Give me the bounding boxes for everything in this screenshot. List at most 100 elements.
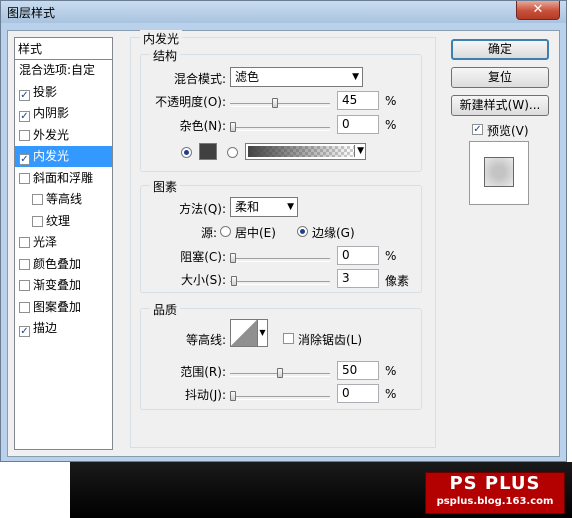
watermark-url: psplus.blog.163.com — [436, 496, 554, 507]
layer-style-dialog: 图层样式 ✕ 样式 混合选项:自定 ✓ 投影 ✓ 内阴影 外发光 ✓ 内发光 斜面和浮雕 等高线纹… — [0, 0, 567, 462]
size-slider-thumb[interactable] — [231, 276, 238, 286]
preview-label[interactable]: 预览(V) — [487, 122, 529, 139]
style-list-item[interactable]: 光泽 — [15, 232, 112, 253]
window-title: 图层样式 — [7, 6, 56, 20]
source-center-label[interactable]: 居中(E) — [235, 224, 276, 241]
style-list-item[interactable]: 纹理 — [15, 211, 112, 232]
range-unit: % — [385, 364, 397, 378]
style-list-item[interactable]: 混合选项:自定 — [15, 60, 112, 81]
opacity-slider-track — [230, 103, 330, 107]
choke-input[interactable]: 0 — [337, 246, 379, 265]
jitter-slider-thumb[interactable] — [230, 391, 236, 401]
method-value: 柔和 — [235, 200, 260, 214]
choke-label: 阻塞(C): — [180, 250, 226, 264]
antialias-label[interactable]: 消除锯齿(L) — [298, 331, 362, 348]
noise-label: 杂色(N): — [179, 119, 226, 133]
solid-color-radio[interactable] — [181, 147, 192, 158]
style-list: 样式 混合选项:自定 ✓ 投影 ✓ 内阴影 外发光 ✓ 内发光 斜面和浮雕 等高线 纹理 光泽 颜色叠加… — [14, 37, 113, 450]
style-list-item[interactable]: ✓ 内阴影 — [15, 103, 112, 124]
style-item-label: 图案叠加 — [33, 299, 82, 314]
title-bar[interactable]: 图层样式 ✕ — [1, 1, 566, 23]
style-item-label: 投影 — [33, 84, 58, 99]
style-item-checkbox[interactable] — [19, 172, 30, 184]
gradient-radio[interactable] — [227, 147, 238, 158]
style-list-item[interactable]: ✓ 描边 — [15, 318, 112, 339]
structure-group: 结构 混合模式: 滤色 ▼ 不透明度(O): 45 % 杂色(N): 0 % ▼ — [140, 47, 422, 172]
style-list-item[interactable]: 等高线 — [15, 189, 112, 210]
range-label: 范围(R): — [180, 365, 226, 379]
style-item-checkbox[interactable] — [19, 301, 30, 313]
contour-picker[interactable]: ▼ — [230, 319, 268, 351]
style-item-checkbox[interactable] — [32, 215, 43, 227]
style-list-header[interactable]: 样式 — [15, 38, 112, 60]
ok-button[interactable]: 确定 — [451, 39, 549, 60]
quality-group: 品质 等高线: ▼ 消除锯齿(L) 范围(R): 50 % 抖动(J): 0 % — [140, 301, 422, 410]
choke-slider-thumb[interactable] — [230, 253, 236, 263]
jitter-input[interactable]: 0 — [337, 384, 379, 403]
elements-group: 图素 方法(Q): 柔和 ▼ 源: 居中(E) 边缘(G) 阻塞(C): 0 % … — [140, 178, 422, 293]
style-list-item[interactable]: 颜色叠加 — [15, 254, 112, 275]
glow-color-swatch[interactable] — [199, 143, 217, 160]
style-list-item[interactable]: 图案叠加 — [15, 297, 112, 318]
style-item-label: 颜色叠加 — [33, 256, 82, 271]
jitter-slider[interactable] — [230, 390, 330, 404]
choke-slider[interactable] — [230, 252, 330, 266]
opacity-unit: % — [385, 94, 397, 108]
preview-checkbox[interactable]: ✓ — [472, 124, 483, 135]
opacity-input[interactable]: 45 — [337, 91, 379, 110]
blend-mode-select[interactable]: 滤色 ▼ — [230, 67, 363, 87]
quality-title: 品质 — [150, 301, 181, 318]
source-edge-label[interactable]: 边缘(G) — [312, 224, 355, 241]
choke-slider-track — [230, 258, 330, 262]
close-button[interactable]: ✕ — [516, 1, 560, 20]
gradient-preview — [248, 146, 354, 157]
watermark-title: PS PLUS — [449, 473, 541, 494]
jitter-slider-track — [230, 396, 330, 400]
style-item-checkbox[interactable]: ✓ — [19, 89, 30, 101]
style-item-checkbox[interactable]: ✓ — [19, 154, 30, 165]
style-list-item[interactable]: 渐变叠加 — [15, 275, 112, 296]
panel-title: 内发光 — [140, 30, 183, 47]
blend-mode-value: 滤色 — [235, 70, 260, 84]
elements-title: 图素 — [150, 178, 181, 195]
style-item-label: 外发光 — [33, 127, 70, 142]
method-label: 方法(Q): — [179, 202, 226, 216]
noise-input[interactable]: 0 — [337, 115, 379, 134]
style-item-label: 等高线 — [46, 192, 83, 206]
source-center-radio[interactable] — [220, 226, 231, 237]
range-slider-thumb[interactable] — [277, 368, 283, 378]
style-item-checkbox[interactable] — [32, 194, 43, 205]
style-list-item[interactable]: ✓ 投影 — [15, 82, 112, 103]
style-list-item[interactable]: ✓ 内发光 — [15, 146, 112, 167]
jitter-label: 抖动(J): — [185, 388, 226, 402]
source-edge-radio[interactable] — [297, 226, 308, 237]
range-input[interactable]: 50 — [337, 361, 379, 380]
style-item-checkbox[interactable] — [19, 280, 30, 291]
antialias-checkbox[interactable] — [283, 333, 294, 344]
style-item-checkbox[interactable]: ✓ — [19, 326, 30, 337]
noise-slider[interactable] — [230, 121, 330, 135]
inner-glow-panel: 内发光 结构 混合模式: 滤色 ▼ 不透明度(O): 45 % 杂色(N): 0… — [130, 30, 436, 448]
style-item-label: 描边 — [33, 321, 58, 335]
new-style-button[interactable]: 新建样式(W)... — [451, 95, 549, 116]
dialog-body: 样式 混合选项:自定 ✓ 投影 ✓ 内阴影 外发光 ✓ 内发光 斜面和浮雕 等高线 纹理 光泽 颜色叠加… — [7, 30, 560, 457]
range-slider[interactable] — [230, 367, 330, 381]
style-item-checkbox[interactable] — [19, 129, 30, 141]
style-list-item[interactable]: 外发光 — [15, 125, 112, 146]
contour-label: 等高线: — [185, 333, 226, 347]
method-select[interactable]: 柔和 ▼ — [230, 197, 298, 217]
contour-dropdown-icon[interactable]: ▼ — [258, 319, 268, 347]
opacity-slider-thumb[interactable] — [272, 98, 279, 108]
size-slider[interactable] — [230, 275, 330, 289]
style-item-checkbox[interactable] — [19, 258, 30, 270]
opacity-slider[interactable] — [230, 97, 330, 111]
blend-mode-label: 混合模式: — [173, 72, 226, 86]
style-item-checkbox[interactable] — [19, 237, 30, 248]
gradient-dropdown-icon[interactable]: ▼ — [354, 145, 364, 157]
noise-slider-thumb[interactable] — [230, 122, 236, 132]
style-list-item[interactable]: 斜面和浮雕 — [15, 168, 112, 189]
size-input[interactable]: 3 — [337, 269, 379, 288]
style-item-checkbox[interactable]: ✓ — [19, 111, 30, 122]
gradient-picker[interactable]: ▼ — [245, 143, 366, 160]
reset-button[interactable]: 复位 — [451, 67, 549, 88]
